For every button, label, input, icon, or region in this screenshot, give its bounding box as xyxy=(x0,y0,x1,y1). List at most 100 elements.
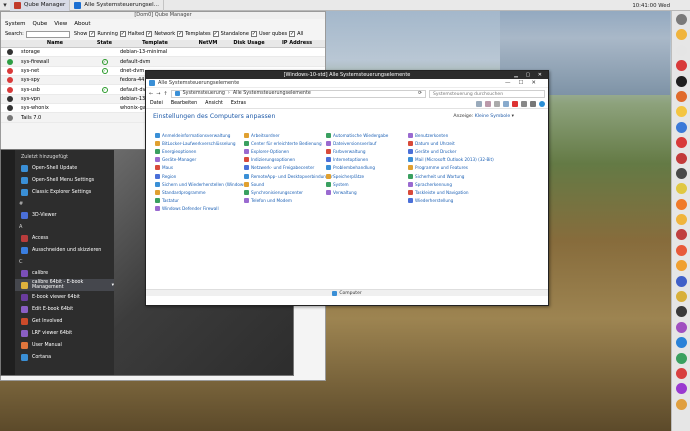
view-value[interactable]: Kleine Symbole xyxy=(475,114,511,119)
start-menu-item[interactable]: Edit E-book 64bit xyxy=(15,303,114,315)
applet-link[interactable]: System xyxy=(326,180,415,188)
column-ip-address[interactable]: IP Address xyxy=(272,40,322,47)
forward-arrow-icon[interactable]: → xyxy=(156,91,160,97)
dock-app-icon[interactable] xyxy=(675,367,687,379)
start-folder-item[interactable]: calibre 64bit - E-book Management ▾ xyxy=(15,279,114,291)
applet-link[interactable]: Anmeldeinformationsverwaltung xyxy=(155,131,244,139)
start-menu-item[interactable]: Cortana xyxy=(15,351,114,363)
dock-app-icon[interactable] xyxy=(675,44,687,56)
start-menu-item[interactable]: Open-Shell Menu Settings xyxy=(15,174,114,186)
back-arrow-icon[interactable]: ← xyxy=(149,91,153,97)
menu-view[interactable]: View xyxy=(54,21,67,27)
applet-link[interactable]: Dateiversionsverlauf xyxy=(326,139,415,147)
tray-menu-icon[interactable]: ▾ xyxy=(0,0,10,11)
applet-link[interactable]: Sichern und Wiederherstellen (Windows 7) xyxy=(155,180,244,188)
clock[interactable]: 10:41:00 Wed xyxy=(632,0,670,11)
menu-datei[interactable]: Datei xyxy=(150,101,163,106)
search-input[interactable] xyxy=(25,30,70,38)
qubes-window-controls[interactable]: ▁ ▢ ✕ xyxy=(514,71,545,79)
maximize-button[interactable]: ☐ xyxy=(518,80,531,86)
dock-app-icon[interactable] xyxy=(675,321,687,333)
applet-link[interactable]: Telefon und Modem xyxy=(244,197,333,205)
menu-extras[interactable]: Extras xyxy=(231,101,246,106)
applet-link[interactable]: Arbeitsordner xyxy=(244,131,333,139)
checkbox-halted[interactable]: ✓ xyxy=(119,31,126,37)
applet-link[interactable]: Energieoptionen xyxy=(155,147,244,155)
dock-app-icon[interactable] xyxy=(675,106,687,118)
start-menu-item[interactable]: Ausschneiden und skizzieren xyxy=(15,244,114,256)
dock-app-icon[interactable] xyxy=(675,29,687,41)
applet-link[interactable]: Mail (Microsoft Outlook 2013) (32-Bit) xyxy=(408,156,497,164)
dock-app-icon[interactable] xyxy=(675,60,687,72)
dock-app-icon[interactable] xyxy=(675,14,687,25)
checkbox-templates[interactable]: ✓ xyxy=(177,31,184,37)
table-row[interactable]: sys-firewall ✓ default-dvm xyxy=(1,57,325,67)
start-letter-heading[interactable]: C xyxy=(15,256,114,267)
view-selector[interactable]: Anzeige: Kleine Symbole ▾ xyxy=(453,114,514,119)
explorer-window-controls[interactable]: —☐✕ xyxy=(505,80,548,86)
dock-app-icon[interactable] xyxy=(675,398,687,410)
start-menu-item[interactable]: Access xyxy=(15,232,114,244)
address-bar[interactable]: Systemsteuerung › Alle Systemsteuerungse… xyxy=(170,89,426,98)
dock-app-icon[interactable] xyxy=(675,121,687,133)
dock-app-icon[interactable] xyxy=(675,198,687,210)
applet-link[interactable]: Datum und Uhrzeit xyxy=(408,139,497,147)
table-row[interactable]: storage debian-13-minimal xyxy=(1,48,325,58)
column-name[interactable]: Name xyxy=(19,40,89,47)
refresh-icon[interactable]: ⟳ xyxy=(418,91,425,96)
column-netvm[interactable]: NetVM xyxy=(190,40,226,47)
applet-link[interactable]: Speicherplätze xyxy=(326,172,415,180)
dock-app-icon[interactable] xyxy=(675,383,687,395)
applet-link[interactable]: Spracherkennung xyxy=(408,180,497,188)
applet-link[interactable]: Region xyxy=(155,172,244,180)
paste-icon[interactable] xyxy=(485,100,491,107)
applet-link[interactable]: Maus xyxy=(155,164,244,172)
up-arrow-icon[interactable]: ↑ xyxy=(163,91,167,97)
dock-app-icon[interactable] xyxy=(675,275,687,287)
cut-icon[interactable] xyxy=(494,100,500,107)
dock-app-icon[interactable] xyxy=(675,152,687,164)
checkbox-standalone[interactable]: ✓ xyxy=(212,31,219,37)
close-button[interactable]: ✕ xyxy=(531,80,544,86)
applet-link[interactable]: Explorer-Optionen xyxy=(244,147,333,155)
undo-icon[interactable] xyxy=(503,100,509,107)
start-menu-item[interactable]: Open-Shell Update xyxy=(15,162,114,174)
applet-link[interactable]: Benutzerkonten xyxy=(408,131,497,139)
checkbox-network[interactable]: ✓ xyxy=(146,31,153,37)
applet-link[interactable]: Sound xyxy=(244,180,333,188)
start-menu-item[interactable]: Classic Explorer Settings xyxy=(15,186,114,198)
dock-app-icon[interactable] xyxy=(675,75,687,87)
dock-app-icon[interactable] xyxy=(675,291,687,303)
menu-ansicht[interactable]: Ansicht xyxy=(205,101,223,106)
menu-system[interactable]: System xyxy=(5,21,26,27)
start-menu-item[interactable]: LRF viewer 64bit xyxy=(15,327,114,339)
applet-link[interactable]: Wiederherstellung xyxy=(408,197,497,205)
applet-link[interactable]: Tastatur xyxy=(155,197,244,205)
dock-app-icon[interactable] xyxy=(675,137,687,149)
applet-link[interactable]: Internetoptionen xyxy=(326,156,415,164)
applet-link[interactable]: Problembehandlung xyxy=(326,164,415,172)
minimize-button[interactable]: — xyxy=(505,80,519,86)
copy-icon[interactable] xyxy=(476,100,482,107)
start-letter-heading[interactable]: # xyxy=(15,198,114,209)
applet-link[interactable]: RemoteApp- und Desktopverbindungen xyxy=(244,172,333,180)
applet-link[interactable]: Farbverwaltung xyxy=(326,147,415,155)
applet-link[interactable]: Windows Defender Firewall xyxy=(155,205,244,213)
applet-link[interactable]: Automatische Wiedergabe xyxy=(326,131,415,139)
applet-link[interactable]: Verwaltung xyxy=(326,188,415,196)
applet-link[interactable]: BitLocker-Laufwerkverschlüsselung xyxy=(155,139,244,147)
start-menu-item[interactable]: User Manual xyxy=(15,339,114,351)
breadcrumb-current[interactable]: Alle Systemsteuerungselemente xyxy=(233,91,311,96)
checkbox-user-qubes[interactable]: ✓ xyxy=(250,31,257,37)
dock-app-icon[interactable] xyxy=(675,306,687,318)
breadcrumb-root[interactable]: Systemsteuerung xyxy=(183,91,225,96)
start-menu-item[interactable]: E-book viewer 64bit xyxy=(15,291,114,303)
menu-about[interactable]: About xyxy=(74,21,90,27)
applet-link[interactable]: Sicherheit und Wartung xyxy=(408,172,497,180)
column-template[interactable]: Template xyxy=(120,40,190,47)
column-disk-usage[interactable]: Disk Usage xyxy=(226,40,272,47)
checkbox-running[interactable]: ✓ xyxy=(89,31,96,37)
task-qube-manager[interactable]: Qube Manager xyxy=(10,0,71,11)
dock-app-icon[interactable] xyxy=(675,244,687,256)
dock-app-icon[interactable] xyxy=(675,352,687,364)
